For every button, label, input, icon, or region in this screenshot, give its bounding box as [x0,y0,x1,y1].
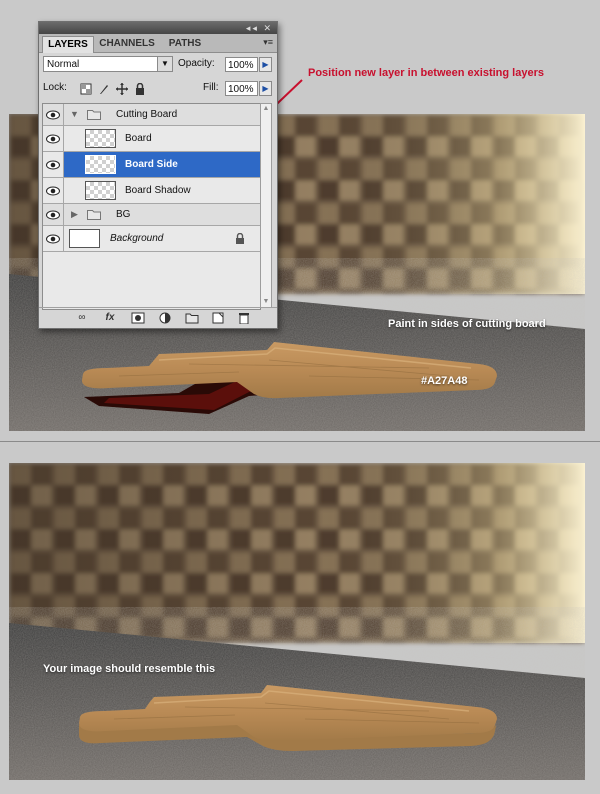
opacity-stepper-icon[interactable]: ▶ [259,57,272,72]
panel-footer: ∞ fx [39,307,277,328]
lock-row: Lock: Fill: 100% ▶ [43,79,273,99]
lock-transparency-icon[interactable] [80,83,92,95]
layer-row-board[interactable]: Board [43,126,260,152]
eye-icon[interactable] [46,134,60,144]
expand-triangle-icon[interactable]: ▼ [70,109,79,119]
position-layer-note: Position new layer in between existing l… [308,67,544,79]
fill-label: Fill: [203,82,219,93]
layers-panel: ◂◂ ✕ LAYERS CHANNELS PATHS ▾≡ Normal ▼ O… [38,21,278,329]
scroll-down-icon[interactable]: ▼ [261,297,271,307]
lock-label: Lock: [43,82,67,93]
layer-row-cutting-board[interactable]: ▼ Cutting Board [43,104,260,126]
layer-thumbnail [85,155,116,174]
new-layer-icon[interactable] [211,312,225,324]
fx-icon[interactable]: fx [103,312,117,324]
paint-sides-note: Paint in sides of cutting board [388,318,546,330]
eye-icon[interactable] [46,234,60,244]
tab-layers[interactable]: LAYERS [42,36,94,53]
scene-illustration-result [9,463,585,780]
fill-field[interactable]: 100% [225,81,258,96]
resemble-note: Your image should resemble this [43,663,216,675]
tutorial-scene-result [9,463,585,780]
blend-row: Normal ▼ Opacity: 100% ▶ [43,55,273,75]
eye-icon[interactable] [46,160,60,170]
folder-icon [87,110,101,120]
lock-position-icon[interactable] [116,83,128,95]
layer-thumbnail [85,181,116,200]
group-folder-icon[interactable] [185,312,199,324]
lock-all-icon[interactable] [134,83,146,95]
layer-name: BG [116,209,131,220]
tab-paths[interactable]: PATHS [163,36,207,52]
folder-icon [87,210,101,220]
lock-pixels-icon[interactable] [98,83,110,95]
adjustment-icon[interactable] [158,312,172,324]
eye-icon[interactable] [46,210,60,220]
layer-row-background[interactable]: Background [43,226,260,252]
layer-list-scrollbar[interactable]: ▲ ▼ [260,103,272,308]
layer-name: Board Side [125,159,178,170]
layer-name: Background [110,233,164,244]
mask-icon[interactable] [131,312,145,324]
fill-stepper-icon[interactable]: ▶ [259,81,272,96]
eye-icon[interactable] [46,186,60,196]
eye-icon[interactable] [46,110,60,120]
link-icon[interactable]: ∞ [75,312,89,324]
panel-menu-icon[interactable]: ▾≡ [263,37,273,48]
color-code-label: #A27A48 [421,375,468,387]
lock-icon [236,233,244,244]
collapse-icon[interactable]: ◂◂ [246,23,259,33]
blend-mode-select[interactable]: Normal ▼ [43,56,173,72]
panel-titlebar[interactable]: ◂◂ ✕ [39,22,277,34]
chevron-down-icon: ▼ [157,57,172,71]
section-divider [0,441,600,442]
layer-thumbnail [85,129,116,148]
layer-row-board-side[interactable]: Board Side [43,152,260,178]
layer-name: Board Shadow [125,185,191,196]
opacity-field[interactable]: 100% [225,57,258,72]
layer-list: ▼ Cutting Board Board Board Side Board S… [42,103,261,310]
blend-mode-value: Normal [47,59,80,70]
close-icon[interactable]: ✕ [263,23,273,33]
scroll-up-icon[interactable]: ▲ [261,104,271,114]
collapsed-triangle-icon[interactable]: ▶ [71,209,78,220]
layer-name: Cutting Board [116,109,178,120]
panel-tabs: LAYERS CHANNELS PATHS ▾≡ [39,34,277,53]
layer-row-board-shadow[interactable]: Board Shadow [43,178,260,204]
layer-thumbnail [69,229,100,248]
layer-row-bg[interactable]: ▶ BG [43,204,260,226]
opacity-label: Opacity: [178,58,215,69]
tab-channels[interactable]: CHANNELS [95,36,159,52]
layer-name: Board [125,133,152,144]
trash-icon[interactable] [237,312,251,324]
